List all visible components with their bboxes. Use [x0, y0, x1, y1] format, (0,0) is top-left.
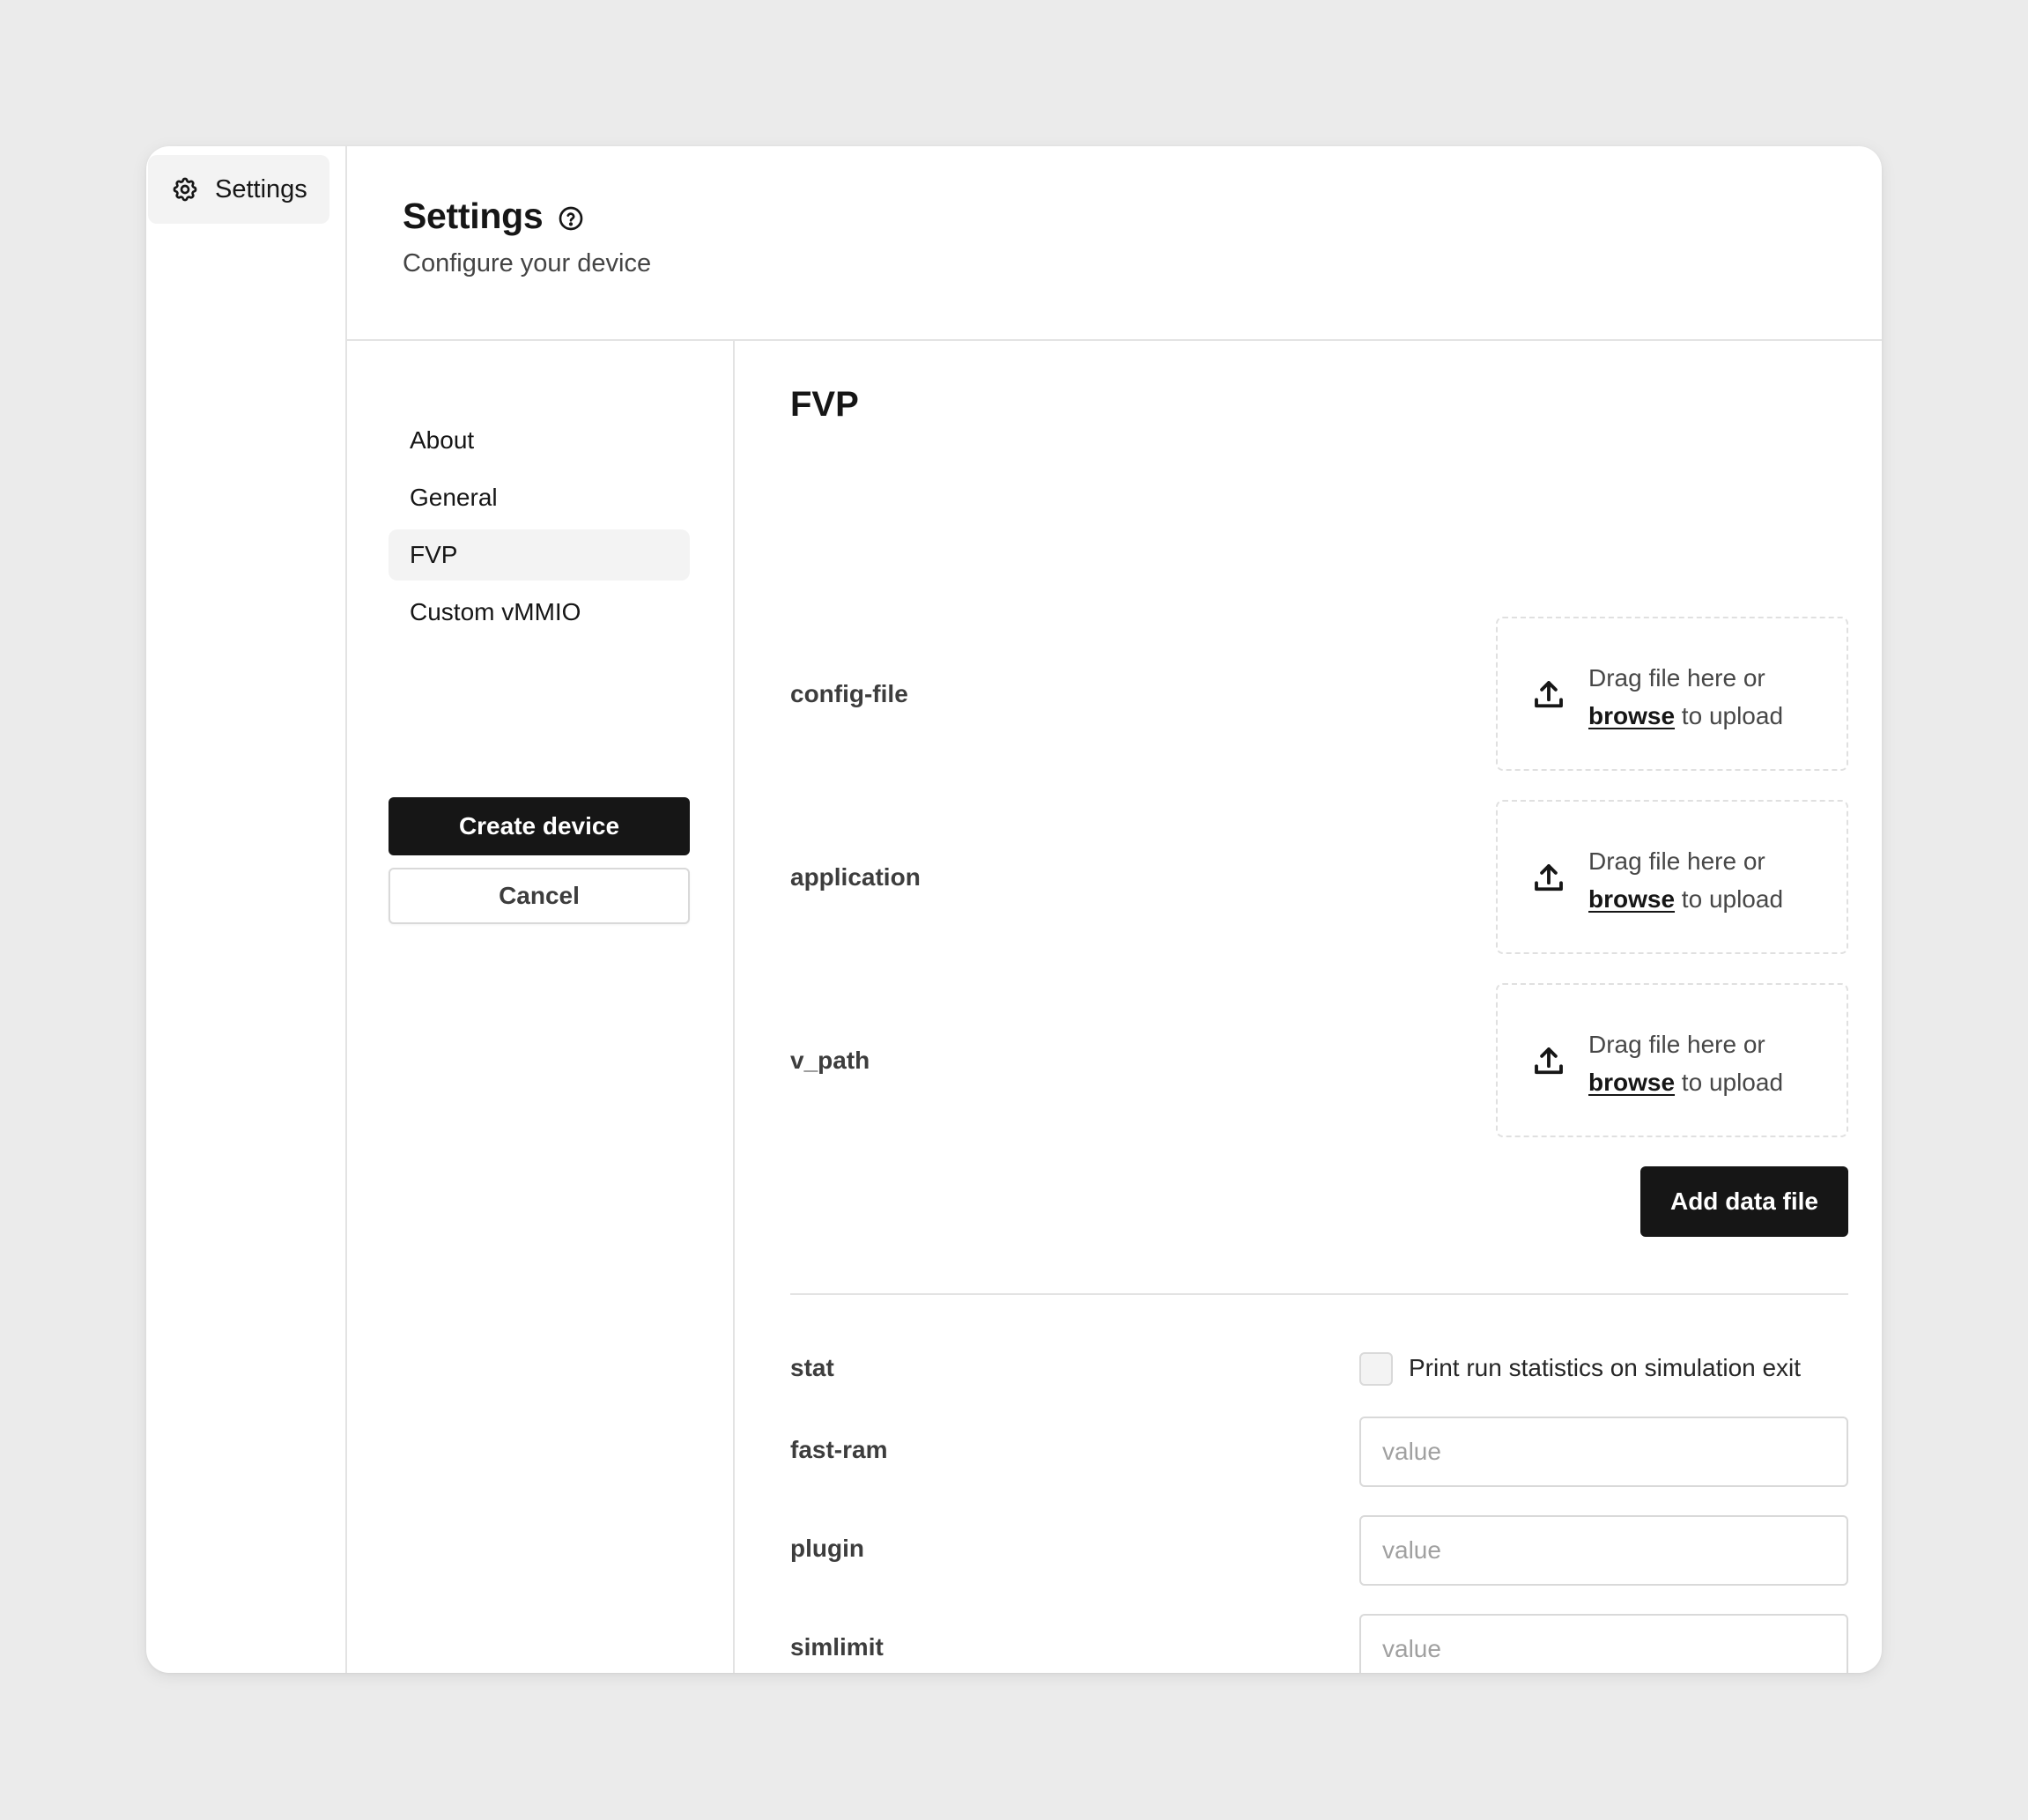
nav-item-general[interactable]: General	[389, 472, 690, 523]
browse-link[interactable]: browse	[1588, 702, 1675, 729]
plugin-input[interactable]	[1359, 1515, 1848, 1586]
dropzone-suffix: to upload	[1675, 1069, 1784, 1096]
page-header: Settings Configure your device	[347, 146, 1882, 341]
nav-item-fvp[interactable]: FVP	[389, 529, 690, 581]
field-label-simlimit: simlimit	[790, 1633, 884, 1661]
fast-ram-input[interactable]	[1359, 1417, 1848, 1487]
dropzone-text: Drag file here or browse to upload	[1588, 1025, 1783, 1101]
field-label-plugin: plugin	[790, 1535, 864, 1562]
nav-item-label: Custom vMMIO	[410, 598, 581, 625]
simlimit-input[interactable]	[1359, 1614, 1848, 1673]
dropzone-text: Drag file here or browse to upload	[1588, 659, 1783, 735]
field-label-fast-ram: fast-ram	[790, 1436, 888, 1463]
settings-window: Settings Settings Configure your device …	[146, 146, 1882, 1673]
nav-item-label: General	[410, 484, 498, 511]
dropzone-text: Drag file here or browse to upload	[1588, 842, 1783, 918]
page-title: Settings	[403, 196, 544, 236]
browse-link[interactable]: browse	[1588, 885, 1675, 913]
field-label-config-file: config-file	[790, 680, 908, 707]
nav-item-label: FVP	[410, 541, 458, 568]
dropzone-instruction: Drag file here or	[1588, 1031, 1765, 1058]
fvp-panel: FVP config-file Drag file here or browse…	[735, 341, 1882, 1673]
dropzone-instruction: Drag file here or	[1588, 847, 1765, 875]
add-data-file-button[interactable]: Add data file	[1640, 1166, 1848, 1237]
nav-item-about[interactable]: About	[389, 415, 690, 466]
rail-tab-settings[interactable]: Settings	[148, 155, 329, 224]
nav-item-label: About	[410, 426, 475, 454]
stat-checkbox-label[interactable]: Print run statistics on simulation exit	[1409, 1354, 1801, 1382]
gear-icon	[173, 177, 197, 202]
field-label-application: application	[790, 863, 921, 891]
settings-nav: About General FVP Custom vMMIO Create de…	[347, 341, 735, 1673]
stat-checkbox[interactable]	[1359, 1352, 1393, 1386]
cancel-button[interactable]: Cancel	[389, 868, 690, 924]
rail-tab-label: Settings	[215, 174, 307, 203]
dropzone-suffix: to upload	[1675, 702, 1784, 729]
upload-icon	[1535, 1047, 1563, 1075]
v-path-dropzone[interactable]: Drag file here or browse to upload	[1496, 983, 1848, 1137]
upload-icon	[1535, 681, 1563, 708]
upload-icon	[1535, 864, 1563, 892]
browse-link[interactable]: browse	[1588, 1069, 1675, 1096]
create-device-button[interactable]: Create device	[389, 797, 690, 855]
title-row: Settings	[403, 196, 585, 237]
section-divider	[790, 1293, 1848, 1295]
dropzone-instruction: Drag file here or	[1588, 664, 1765, 692]
section-title: FVP	[790, 385, 859, 424]
field-label-v-path: v_path	[790, 1047, 870, 1074]
app-rail: Settings	[146, 146, 347, 1673]
config-file-dropzone[interactable]: Drag file here or browse to upload	[1496, 617, 1848, 771]
nav-item-custom-vmmio[interactable]: Custom vMMIO	[389, 587, 690, 638]
dropzone-suffix: to upload	[1675, 885, 1784, 913]
page-subtitle: Configure your device	[403, 249, 652, 277]
help-circle-icon[interactable]	[557, 204, 585, 233]
field-label-stat: stat	[790, 1354, 834, 1381]
application-dropzone[interactable]: Drag file here or browse to upload	[1496, 800, 1848, 954]
